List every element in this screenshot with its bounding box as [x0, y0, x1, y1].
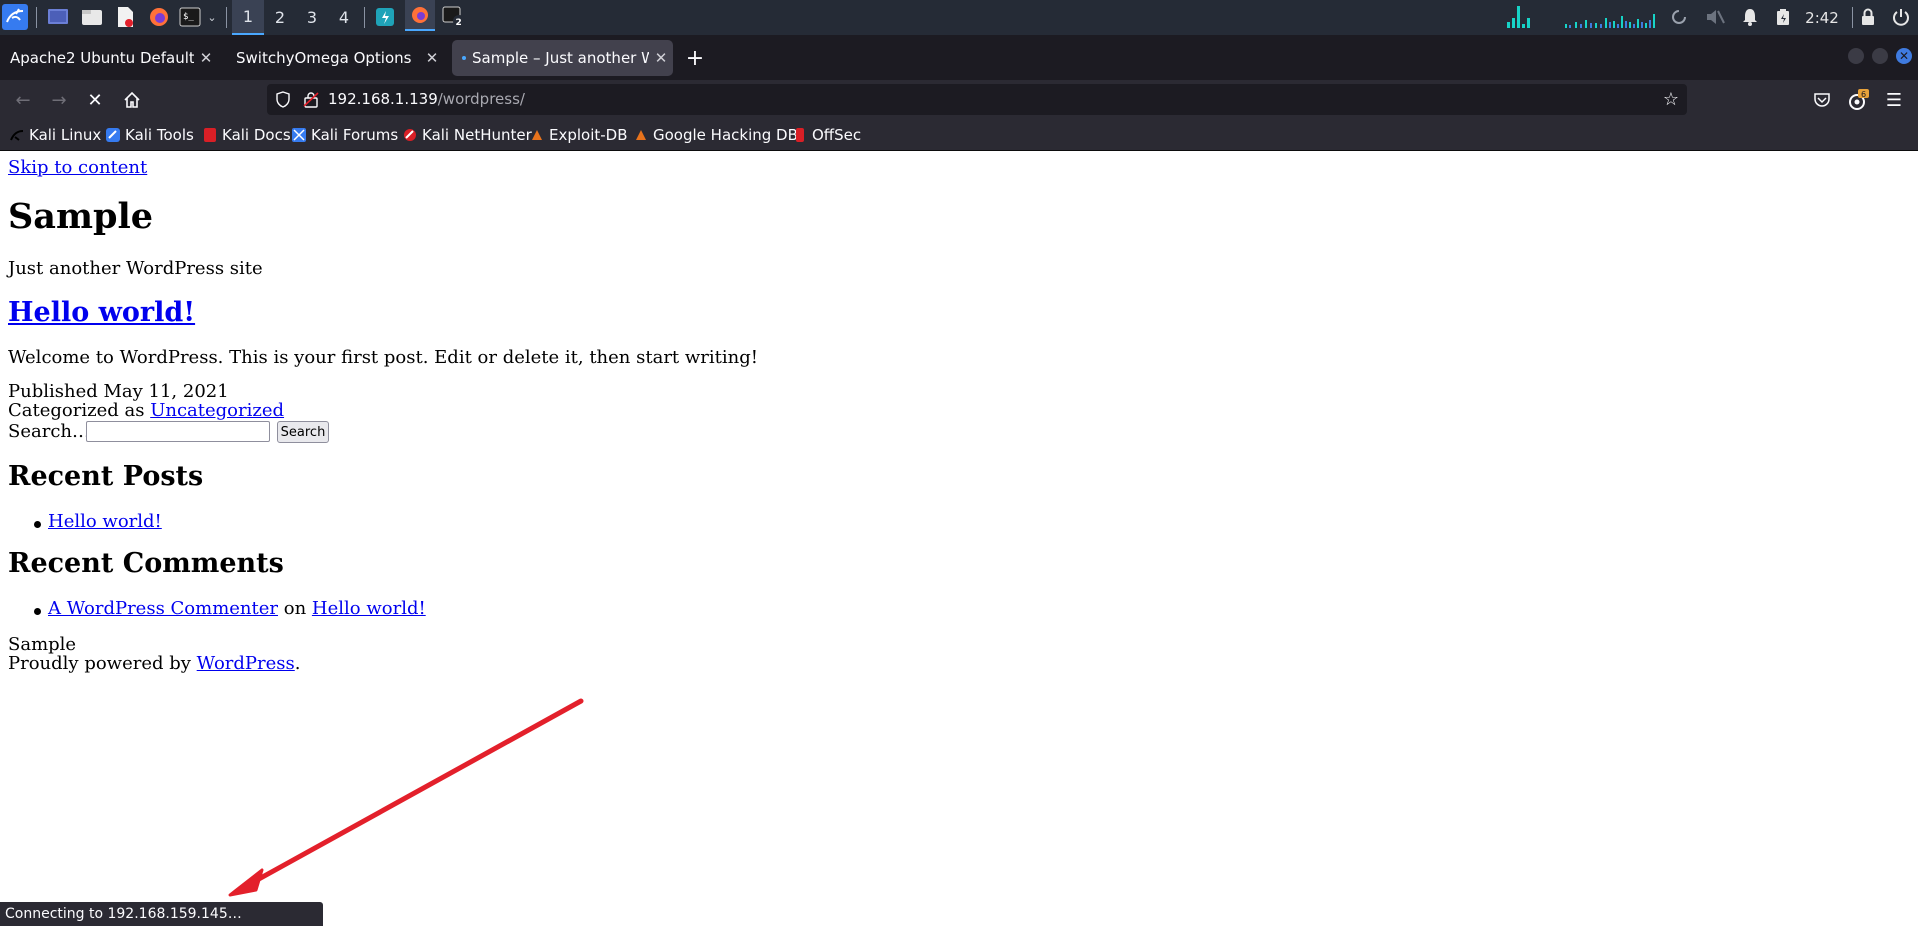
bookmark-exploit-db[interactable]: Exploit-DB	[530, 120, 628, 150]
shield-icon[interactable]	[275, 91, 291, 112]
dropdown-icon[interactable]: ⌄	[205, 4, 219, 30]
mute-icon[interactable]	[1703, 4, 1727, 30]
spinner-icon	[1668, 4, 1690, 30]
post-title-link[interactable]: Hello world!	[8, 297, 195, 328]
navigation-toolbar: ← → ✕ 192.168.1.139/wordpress/ ☆ 6 ☰	[0, 80, 1918, 120]
tab-sample[interactable]: Sample – Just another WordPress site ✕	[452, 40, 673, 76]
close-icon[interactable]: ✕	[420, 49, 444, 67]
bookmark-kali-docs[interactable]: Kali Docs	[203, 120, 291, 150]
wordpress-link[interactable]: WordPress	[197, 653, 295, 674]
bookmarks-toolbar: Kali Linux Kali Tools Kali Docs Kali For…	[0, 120, 1918, 151]
list-bullet	[34, 521, 41, 528]
close-icon[interactable]: ✕	[649, 49, 673, 67]
kali-menu-icon[interactable]	[2, 4, 28, 30]
bookmark-kali-forums[interactable]: Kali Forums	[292, 120, 398, 150]
close-window-button[interactable]: ✕	[1896, 48, 1912, 64]
kali-docs-icon	[203, 128, 217, 142]
lock-icon[interactable]	[1857, 4, 1879, 30]
recent-comment-item: A WordPress Commenter on Hello world!	[48, 598, 426, 619]
back-button[interactable]: ←	[8, 86, 38, 114]
recent-posts-heading: Recent Posts	[8, 461, 204, 492]
insecure-lock-icon[interactable]	[303, 91, 319, 112]
loading-dot-icon	[462, 56, 466, 60]
cpu-graph-icon	[1505, 4, 1660, 30]
home-button[interactable]	[117, 86, 147, 114]
list-bullet	[34, 608, 41, 615]
kali-tools-icon	[106, 128, 120, 142]
bookmark-kali-nethunter[interactable]: Kali NetHunter	[403, 120, 532, 150]
tab-switchyomega[interactable]: SwitchyOmega Options ✕	[226, 40, 444, 76]
power-icon[interactable]	[1888, 4, 1914, 30]
terminal-window-icon[interactable]: 2	[441, 4, 467, 30]
kali-dragon-icon	[10, 128, 24, 142]
clock[interactable]: 2:42	[1800, 0, 1844, 35]
site-title[interactable]: Sample	[8, 196, 153, 237]
pocket-icon[interactable]	[1807, 86, 1837, 114]
recent-post-link[interactable]: Hello world!	[48, 511, 162, 532]
bookmark-kali-linux[interactable]: Kali Linux	[10, 120, 101, 150]
tab-title: Sample – Just another WordPress site	[472, 49, 649, 67]
footer-credit: Proudly powered by WordPress.	[8, 653, 301, 674]
file-manager-icon[interactable]	[79, 4, 105, 30]
url-text[interactable]: 192.168.1.139/wordpress/	[328, 84, 525, 115]
comment-author-link[interactable]: A WordPress Commenter	[48, 598, 278, 619]
svg-text:$_: $_	[183, 12, 194, 22]
bookmark-ghdb[interactable]: Google Hacking DB	[634, 120, 798, 150]
workspace-3[interactable]: 3	[296, 0, 328, 35]
comment-post-link[interactable]: Hello world!	[312, 598, 426, 619]
top-panel: $_ ⌄ 1 2 3 4 2 2:42	[0, 0, 1918, 35]
tab-strip: Apache2 Ubuntu Default Page ✕ SwitchyOme…	[0, 35, 1918, 80]
site-tagline: Just another WordPress site	[8, 258, 263, 279]
categorized-label: Categorized as	[8, 400, 145, 421]
footer-period: .	[294, 653, 301, 674]
terminal-icon[interactable]: $_	[178, 4, 202, 30]
app-icon[interactable]	[372, 4, 398, 30]
ghdb-icon	[634, 128, 648, 142]
published-date: Published May 11, 2021	[8, 381, 229, 402]
bell-icon[interactable]	[1738, 4, 1762, 30]
post-categories: Categorized as Uncategorized	[8, 400, 284, 421]
maximize-button[interactable]	[1872, 48, 1888, 64]
recent-comments-heading: Recent Comments	[8, 548, 284, 579]
bookmark-kali-tools[interactable]: Kali Tools	[106, 120, 194, 150]
minimize-button[interactable]	[1848, 48, 1864, 64]
firefox-window-icon[interactable]	[405, 0, 435, 31]
search-label: Search…	[8, 421, 90, 442]
bookmark-offsec[interactable]: OffSec	[793, 120, 861, 150]
extension-icon[interactable]: 6	[1843, 86, 1873, 114]
footer-site-name: Sample	[8, 634, 77, 655]
kali-forums-icon	[292, 128, 306, 142]
new-tab-button[interactable]: +	[682, 45, 708, 71]
tab-apache[interactable]: Apache2 Ubuntu Default Page ✕	[0, 40, 218, 76]
status-bar: Connecting to 192.168.159.145…	[0, 902, 323, 926]
battery-icon[interactable]	[1772, 4, 1794, 30]
tab-title: Apache2 Ubuntu Default Page	[10, 49, 194, 67]
firefox-icon[interactable]	[146, 4, 172, 30]
text-editor-icon[interactable]	[112, 4, 138, 30]
tab-title: SwitchyOmega Options	[236, 49, 412, 67]
menu-icon[interactable]: ☰	[1879, 86, 1909, 114]
page-content: Skip to content Sample Just another Word…	[0, 151, 1918, 926]
close-icon[interactable]: ✕	[194, 49, 218, 67]
offsec-icon	[793, 128, 807, 142]
exploit-db-icon	[530, 128, 544, 142]
svg-text:6: 6	[1861, 90, 1866, 99]
skip-to-content-link[interactable]: Skip to content	[8, 157, 147, 178]
workspace-2[interactable]: 2	[264, 0, 296, 35]
comment-on-text: on	[283, 598, 307, 619]
desktop-icon[interactable]	[45, 4, 71, 30]
search-input[interactable]	[86, 421, 270, 442]
workspace-1[interactable]: 1	[232, 0, 264, 35]
post-body: Welcome to WordPress. This is your first…	[8, 347, 758, 368]
stop-button[interactable]: ✕	[80, 86, 110, 114]
svg-text:2: 2	[456, 18, 462, 28]
search-button[interactable]: Search	[277, 421, 329, 443]
powered-by-text: Proudly powered by	[8, 653, 191, 674]
forward-button[interactable]: →	[44, 86, 74, 114]
nethunter-icon	[403, 128, 417, 142]
bookmark-star-icon[interactable]: ☆	[1663, 89, 1679, 110]
workspace-4[interactable]: 4	[328, 0, 360, 35]
url-bar[interactable]: 192.168.1.139/wordpress/ ☆	[267, 84, 1687, 115]
category-link[interactable]: Uncategorized	[150, 400, 284, 421]
